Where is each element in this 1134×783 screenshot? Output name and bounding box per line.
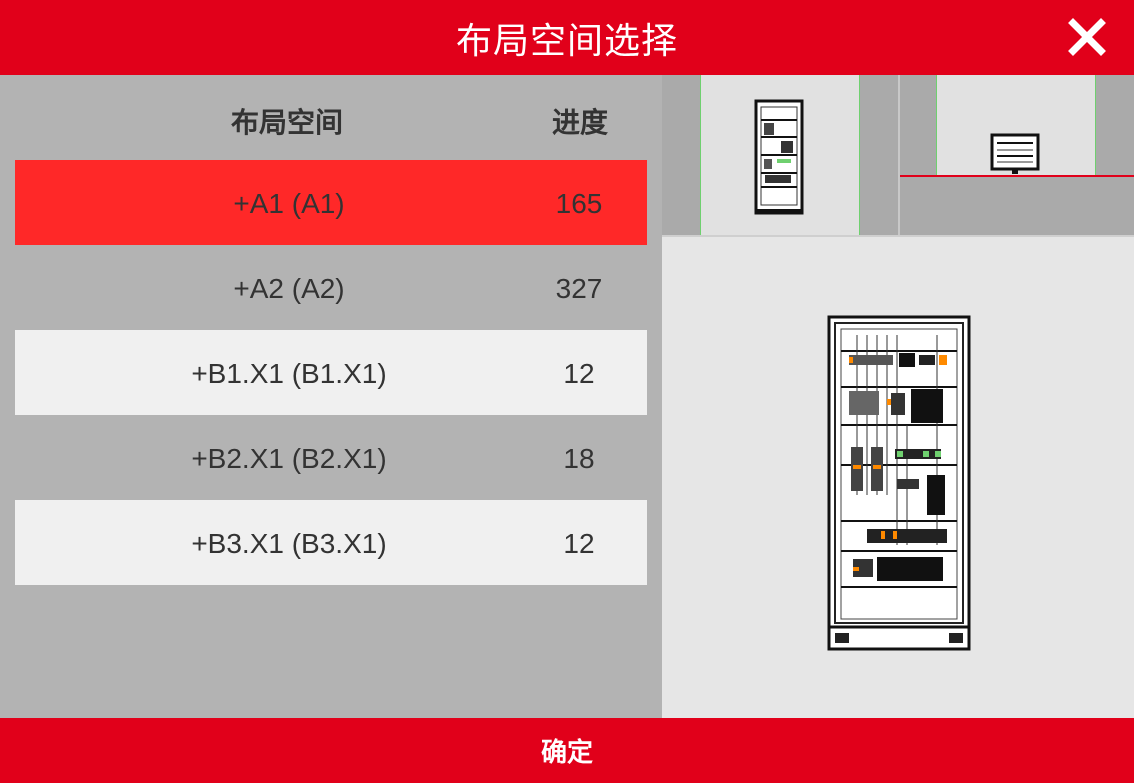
- dialog-header: 布局空间选择: [0, 0, 1134, 75]
- row-name: +B3.X1 (B3.X1): [191, 528, 387, 559]
- list-item[interactable]: +A2 (A2) 327: [15, 245, 647, 330]
- list-item[interactable]: +A1 (A1) 165: [15, 160, 647, 245]
- list-item[interactable]: +B1.X1 (B1.X1) 12: [15, 330, 647, 415]
- column-header-layout-space: 布局空间: [231, 106, 344, 139]
- row-name: +A1 (A1): [233, 188, 345, 219]
- close-icon: [1068, 18, 1106, 56]
- row-progress: 327: [555, 273, 603, 304]
- close-button[interactable]: [1068, 18, 1106, 56]
- row-progress: 165: [555, 188, 603, 219]
- column-header-progress: 进度: [552, 106, 609, 139]
- list-item[interactable]: +B2.X1 (B2.X1) 18: [15, 415, 647, 500]
- thumbnail-strip: [662, 75, 1134, 237]
- row-progress: 12: [563, 528, 595, 559]
- row-progress: 12: [563, 358, 595, 389]
- dialog-title: 布局空间选择: [455, 20, 678, 62]
- row-name: +B1.X1 (B1.X1): [191, 358, 387, 389]
- preview-panel: [662, 75, 1134, 718]
- cabinet-preview: [827, 315, 971, 656]
- layout-space-list: +A1 (A1) 165 +A2 (A2) 327 +B1.X1 (B1.X1)…: [15, 160, 647, 585]
- row-name: +A2 (A2): [233, 273, 345, 304]
- cabinet-preview-image: [827, 315, 971, 651]
- cabinet-thumbnail-image: [754, 99, 804, 215]
- thumbnail-selection-line: [900, 175, 1134, 177]
- layout-space-list-panel: 布局空间 进度 +A1 (A1) 165 +A2 (A2) 327 +B1.X1…: [0, 75, 662, 718]
- list-header: 布局空间 进度: [15, 75, 647, 160]
- row-progress: 18: [563, 443, 595, 474]
- confirm-button-label: 确定: [540, 738, 593, 768]
- list-item[interactable]: +B3.X1 (B3.X1) 12: [15, 500, 647, 585]
- row-name: +B2.X1 (B2.X1): [191, 443, 387, 474]
- thumbnail-divider: [898, 75, 900, 235]
- thumbnail-cabinet-front[interactable]: [700, 75, 860, 235]
- thumbnail-cabinet-side[interactable]: [936, 75, 1096, 177]
- confirm-button[interactable]: 确定: [0, 718, 1134, 783]
- panel-thumbnail-image: [990, 133, 1040, 174]
